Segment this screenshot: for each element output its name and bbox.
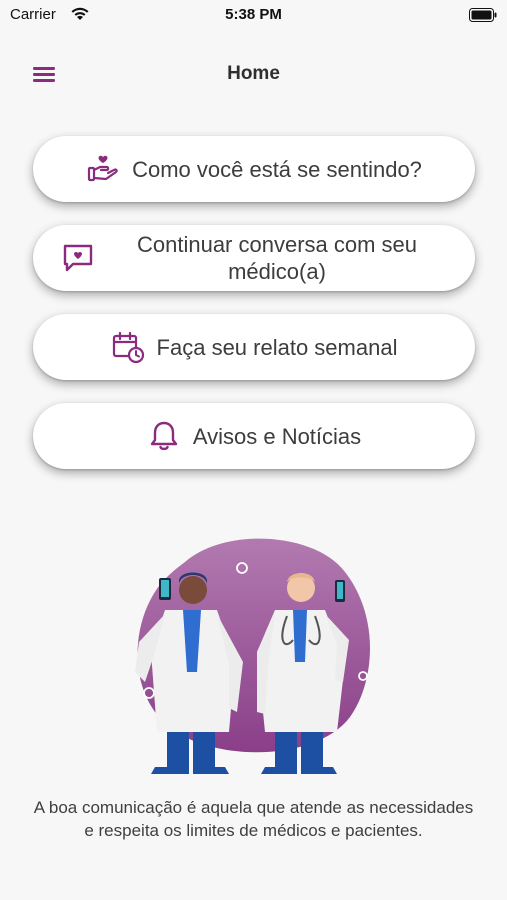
status-bar: Carrier 5:38 PM bbox=[0, 0, 507, 30]
feeling-button[interactable]: Como você está se sentindo? bbox=[33, 136, 475, 202]
news-label: Avisos e Notícias bbox=[192, 423, 362, 449]
weekly-report-button[interactable]: Faça seu relato semanal bbox=[33, 314, 475, 380]
battery-icon bbox=[469, 8, 497, 22]
status-time: 5:38 PM bbox=[225, 6, 282, 23]
feeling-label: Como você está se sentindo? bbox=[132, 156, 422, 182]
chat-heart-icon bbox=[63, 244, 93, 272]
calendar-clock-icon bbox=[112, 331, 144, 364]
news-button[interactable]: Avisos e Notícias bbox=[33, 403, 475, 469]
continue-chat-button[interactable]: Continuar conversa com seu médico(a) bbox=[33, 225, 475, 291]
home-menu: Como você está se sentindo? Continuar co… bbox=[33, 136, 475, 492]
navigation-bar: Home bbox=[0, 50, 507, 98]
hand-heart-icon bbox=[87, 155, 118, 182]
page-title: Home bbox=[227, 63, 280, 84]
bell-icon bbox=[150, 421, 178, 451]
caption-text: A boa comunicação é aquela que atende as… bbox=[33, 798, 474, 840]
continue-chat-label: Continuar conversa com seu médico(a) bbox=[136, 232, 418, 284]
weekly-report-label: Faça seu relato semanal bbox=[156, 334, 398, 360]
doctors-illustration bbox=[135, 538, 370, 774]
